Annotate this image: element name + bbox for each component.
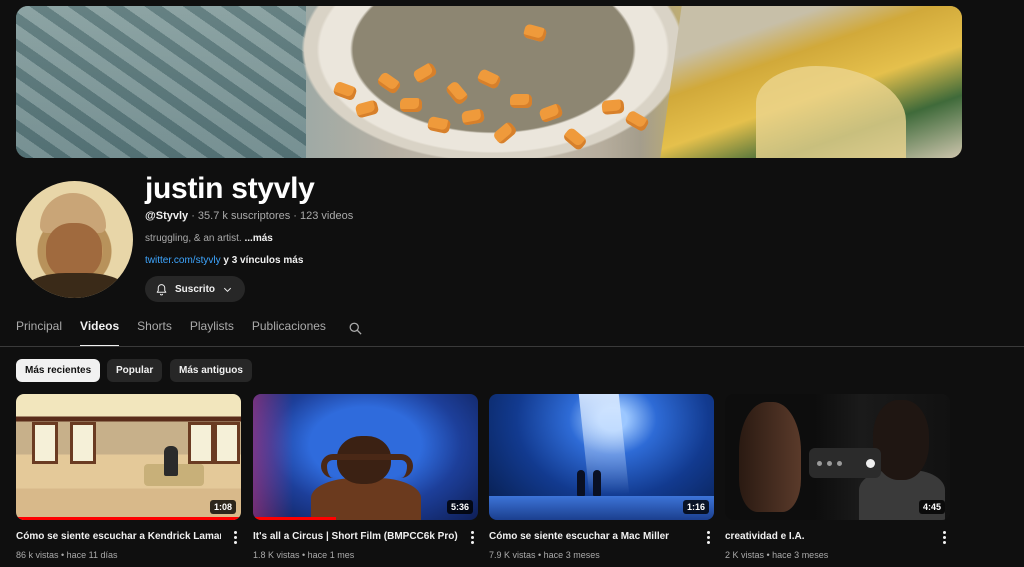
- video-meta: 2 K vistas • hace 3 meses: [725, 550, 829, 560]
- thumb-light-beam: [578, 394, 630, 494]
- video-thumbnail[interactable]: 4:45: [725, 394, 950, 520]
- tab-principal[interactable]: Principal: [16, 319, 62, 347]
- video-meta: 86 k vistas • hace 11 días: [16, 550, 118, 560]
- subscribed-label: Suscrito: [175, 283, 216, 295]
- thumb-body: [311, 478, 421, 520]
- banner-cloth: [16, 6, 306, 158]
- channel-links: twitter.com/styvly y 3 vínculos más: [145, 255, 303, 266]
- watch-progress: [253, 517, 337, 520]
- tab-shorts[interactable]: Shorts: [137, 319, 172, 347]
- video-title[interactable]: Cómo se siente escuchar a Kendrick Lamar: [16, 531, 221, 542]
- video-card[interactable]: 5:36 It's all a Circus | Short Film (BMP…: [253, 394, 478, 560]
- filter-chip-popular[interactable]: Popular: [107, 359, 163, 382]
- video-duration: 1:16: [682, 500, 709, 514]
- thumb-window: [70, 422, 96, 464]
- video-title[interactable]: It's all a Circus | Short Film (BMPCC6k …: [253, 531, 458, 542]
- video-title[interactable]: creatividad e I.A.: [725, 531, 930, 542]
- avatar-shirt: [26, 273, 126, 298]
- video-meta: 7.9 K vistas • hace 3 meses: [489, 550, 600, 560]
- thumb-ground: [489, 496, 714, 520]
- watch-progress: [16, 517, 241, 520]
- more-vert-icon[interactable]: [938, 529, 950, 545]
- video-duration: 1:08: [209, 500, 236, 514]
- channel-link-url[interactable]: twitter.com/styvly: [145, 255, 221, 266]
- thumb-figure: [577, 470, 585, 496]
- more-vert-icon[interactable]: [466, 529, 478, 545]
- channel-avatar[interactable]: [16, 181, 133, 298]
- channel-links-more[interactable]: y 3 vínculos más: [221, 255, 303, 266]
- video-duration: 4:45: [918, 500, 945, 514]
- thumb-figure: [593, 470, 601, 496]
- filter-chip-recent[interactable]: Más recientes: [16, 359, 101, 382]
- avatar-face: [46, 223, 102, 279]
- channel-tabs: Principal Videos Shorts Playlists Public…: [16, 319, 344, 347]
- subscribed-button[interactable]: Suscrito: [145, 276, 246, 302]
- description-text: struggling, & an artist.: [145, 233, 245, 244]
- description-more-link[interactable]: ...más: [245, 233, 273, 244]
- thumb-window: [214, 422, 240, 464]
- banner-corn: [400, 98, 422, 112]
- video-title[interactable]: Cómo se siente escuchar a Mac Miller: [489, 531, 694, 542]
- tabs-divider: [0, 346, 1024, 347]
- channel-handle: @Styvly: [145, 210, 189, 222]
- thumb-ui-panel: [809, 448, 881, 478]
- video-card[interactable]: 1:16 Cómo se siente escuchar a Mac Mille…: [489, 394, 714, 560]
- thumb-window: [32, 422, 58, 464]
- tab-publicaciones[interactable]: Publicaciones: [252, 319, 326, 347]
- thumb-person: [164, 446, 178, 476]
- video-meta: 1.8 K vistas • hace 1 mes: [253, 550, 355, 560]
- thumb-face: [873, 400, 929, 480]
- channel-meta: @Styvly · 35.7 k suscriptores · 123 vide…: [145, 210, 353, 222]
- thumb-face: [739, 402, 801, 512]
- thumb-glow: [253, 394, 293, 520]
- channel-stats: · 35.7 k suscriptores · 123 videos: [188, 210, 354, 222]
- video-thumbnail[interactable]: 5:36: [253, 394, 478, 520]
- chevron-down-icon: [222, 284, 233, 295]
- tab-playlists[interactable]: Playlists: [190, 319, 234, 347]
- more-vert-icon[interactable]: [229, 529, 241, 545]
- bell-icon: [155, 283, 168, 296]
- more-vert-icon[interactable]: [702, 529, 714, 545]
- channel-description[interactable]: struggling, & an artist. ...más: [145, 233, 273, 244]
- banner-corn: [510, 94, 532, 108]
- video-card[interactable]: 4:45 creatividad e I.A. 2 K vistas • hac…: [725, 394, 950, 560]
- filter-chip-oldest[interactable]: Más antiguos: [170, 359, 252, 382]
- thumb-window: [188, 422, 214, 464]
- banner-corn: [601, 99, 625, 115]
- video-duration: 5:36: [446, 500, 473, 514]
- channel-name: justin styvly: [145, 172, 315, 205]
- thumb-arms: [321, 454, 413, 478]
- video-thumbnail[interactable]: 1:16: [489, 394, 714, 520]
- search-icon[interactable]: [348, 321, 363, 341]
- tab-videos[interactable]: Videos: [80, 319, 120, 347]
- video-thumbnail[interactable]: 1:08: [16, 394, 241, 520]
- video-card[interactable]: 1:08 Cómo se siente escuchar a Kendrick …: [16, 394, 241, 560]
- channel-banner: [16, 6, 962, 158]
